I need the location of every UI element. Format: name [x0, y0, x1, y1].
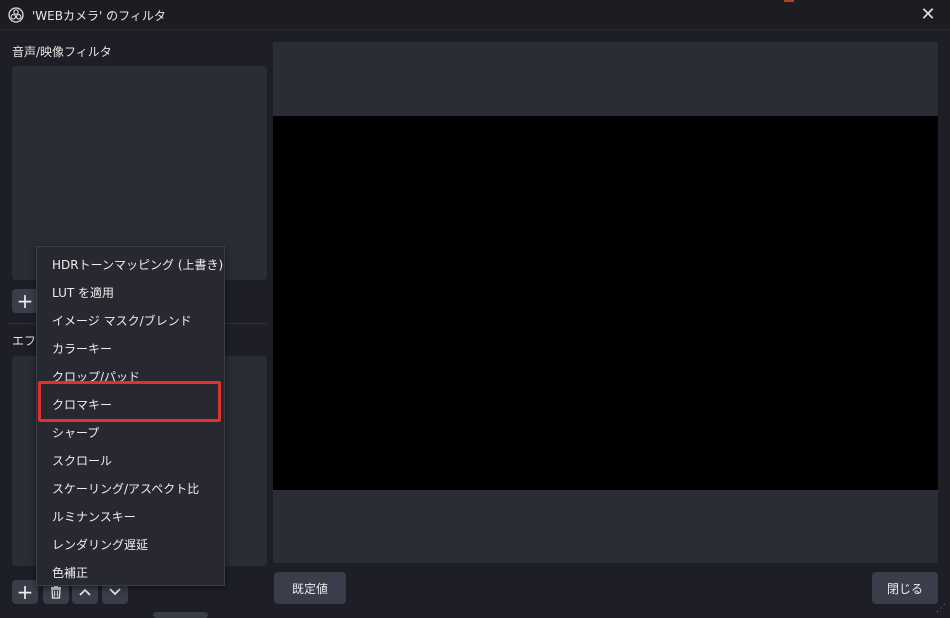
move-down-icon — [109, 588, 121, 596]
plus-icon: + — [16, 580, 34, 604]
menu-item-apply-lut[interactable]: LUT を適用 — [37, 278, 224, 306]
plus-icon: + — [16, 289, 34, 313]
title-accent — [784, 0, 794, 2]
obs-logo-icon — [8, 7, 24, 23]
menu-item-hdr-tonemap[interactable]: HDRトーンマッピング (上書き) — [37, 250, 224, 278]
resize-grip-icon[interactable]: ⋰ — [936, 604, 946, 614]
menu-item-color-correction[interactable]: 色補正 — [37, 558, 224, 586]
menu-item-color-key[interactable]: カラーキー — [37, 334, 224, 362]
scrollbar-handle[interactable] — [153, 612, 208, 618]
window-close-button[interactable]: ✕ — [916, 3, 940, 27]
move-up-icon — [79, 588, 91, 596]
close-button[interactable]: 閉じる — [872, 572, 938, 604]
preview-canvas — [273, 116, 938, 490]
title-bar: 'WEBカメラ' のフィルタ ✕ — [0, 0, 950, 30]
menu-item-luma-key[interactable]: ルミナンスキー — [37, 502, 224, 530]
add-audio-video-filter-button[interactable]: + — [12, 289, 38, 313]
menu-item-sharpen[interactable]: シャープ — [37, 418, 224, 446]
menu-item-scroll[interactable]: スクロール — [37, 446, 224, 474]
close-icon: ✕ — [920, 4, 936, 25]
add-effect-filter-button[interactable]: + — [12, 580, 38, 604]
menu-item-image-mask-blend[interactable]: イメージ マスク/ブレンド — [37, 306, 224, 334]
defaults-button[interactable]: 既定値 — [274, 572, 346, 604]
menu-item-scaling-aspect[interactable]: スケーリング/アスペクト比 — [37, 474, 224, 502]
audio-video-filters-label: 音声/映像フィルタ — [12, 45, 112, 59]
chroma-key-highlight — [38, 381, 221, 422]
trash-icon — [51, 585, 61, 599]
menu-item-render-delay[interactable]: レンダリング遅延 — [37, 530, 224, 558]
window-title: 'WEBカメラ' のフィルタ — [32, 9, 166, 23]
